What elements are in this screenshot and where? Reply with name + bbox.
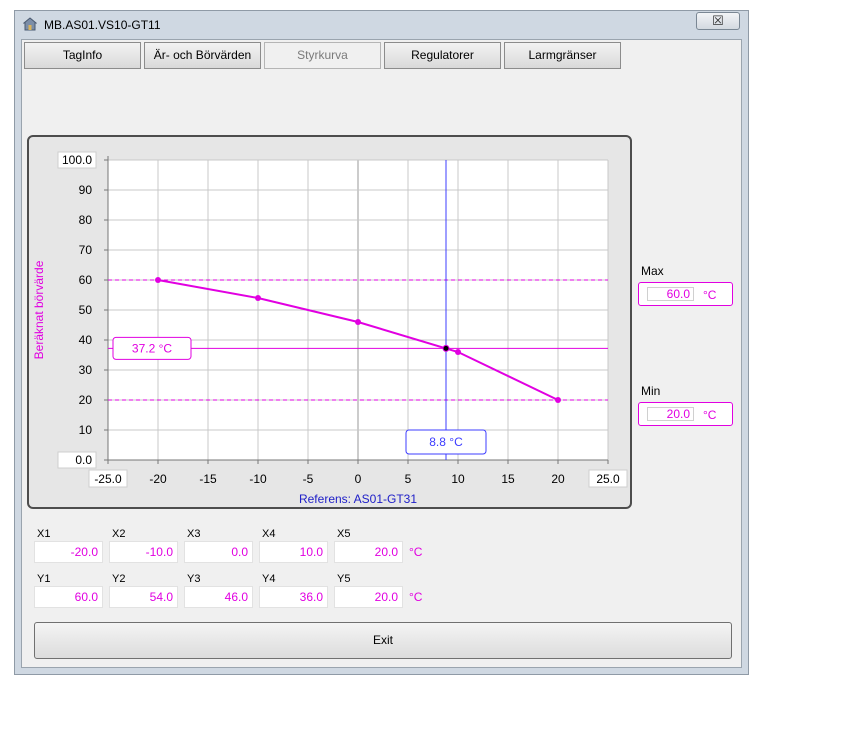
close-button[interactable]: ☒ (696, 12, 740, 30)
y-tick-label: 20 (79, 393, 93, 407)
x-tick-label: 20 (551, 472, 565, 486)
x4-label: X4 (262, 528, 276, 540)
curve-point[interactable] (555, 397, 561, 403)
current-point (442, 344, 450, 352)
x-tick-label: -20 (149, 472, 167, 486)
x2-field[interactable]: -10.0 (109, 541, 178, 563)
min-value-box: 20.0 °C (638, 402, 733, 426)
tab-larmgranser[interactable]: Larmgränser (504, 42, 621, 69)
current-x-label: 8.8 °C (429, 435, 463, 449)
title-bar[interactable]: MB.AS01.VS10-GT11 ☒ (15, 11, 748, 39)
tab-styrkurva[interactable]: Styrkurva (264, 42, 381, 69)
x-tick-label: 0 (355, 472, 362, 486)
curve-point[interactable] (155, 277, 161, 283)
y3-field[interactable]: 46.0 (184, 586, 253, 608)
max-unit: °C (703, 288, 717, 302)
tab-regulatorer[interactable]: Regulatorer (384, 42, 501, 69)
y-tick-label: 90 (79, 183, 93, 197)
y2-field[interactable]: 54.0 (109, 586, 178, 608)
y-tick-label: 70 (79, 243, 93, 257)
x4-field[interactable]: 10.0 (259, 541, 328, 563)
min-input[interactable]: 20.0 (647, 407, 694, 421)
y4-field[interactable]: 36.0 (259, 586, 328, 608)
y-tick-label: 40 (79, 333, 93, 347)
exit-button[interactable]: Exit (34, 622, 732, 659)
y-tick-label: 80 (79, 213, 93, 227)
x-tick-label: -15 (199, 472, 217, 486)
x-tick-label: 15 (501, 472, 515, 486)
y-tick-label: 60 (79, 273, 93, 287)
x1-field[interactable]: -20.0 (34, 541, 103, 563)
current-y-label: 37.2 °C (132, 341, 172, 355)
x-axis-title: Referens: AS01-GT31 (299, 492, 417, 506)
y-tick-label: 100.0 (62, 153, 92, 167)
x3-field[interactable]: 0.0 (184, 541, 253, 563)
x-tick-label: -25.0 (94, 472, 122, 486)
y-axis-title: Beräknat börvärde (32, 260, 46, 359)
min-label: Min (641, 384, 661, 398)
y5-field[interactable]: 20.0 (334, 586, 403, 608)
y1-label: Y1 (37, 573, 51, 585)
x1-label: X1 (37, 528, 51, 540)
y-tick-label: 30 (79, 363, 93, 377)
x-tick-label: 5 (405, 472, 412, 486)
min-unit: °C (703, 408, 717, 422)
y5-label: Y5 (337, 573, 351, 585)
close-icon: ☒ (712, 13, 724, 28)
y-tick-label: 10 (79, 423, 93, 437)
tab-taginfo[interactable]: TagInfo (24, 42, 141, 69)
x-unit: °C (409, 545, 423, 559)
x3-label: X3 (187, 528, 201, 540)
client-area: TagInfo Är- och Börvärden Styrkurva Regu… (21, 39, 742, 668)
x-tick-label: -5 (303, 472, 314, 486)
curve-point[interactable] (255, 295, 261, 301)
y-tick-label: 50 (79, 303, 93, 317)
y1-field[interactable]: 60.0 (34, 586, 103, 608)
tab-ar-och-borvarden[interactable]: Är- och Börvärden (144, 42, 261, 69)
max-label: Max (641, 264, 664, 278)
curve-point[interactable] (355, 319, 361, 325)
window-title: MB.AS01.VS10-GT11 (44, 18, 161, 32)
y3-label: Y3 (187, 573, 201, 585)
x-tick-label: 10 (451, 472, 465, 486)
dialog-window: MB.AS01.VS10-GT11 ☒ TagInfo Är- och Börv… (14, 10, 749, 675)
max-value-box: 60.0 °C (638, 282, 733, 306)
y-unit: °C (409, 590, 423, 604)
house-app-icon (23, 17, 37, 31)
y-tick-label: 0.0 (75, 453, 92, 467)
max-input[interactable]: 60.0 (647, 287, 694, 301)
chart-canvas[interactable]: 100.09080706050403020100.0-25.0 -20 -15 -10… (29, 137, 630, 507)
x-tick-label: 25.0 (596, 472, 620, 486)
x-tick-label: -10 (249, 472, 267, 486)
curve-point[interactable] (455, 349, 461, 355)
y4-label: Y4 (262, 573, 276, 585)
y2-label: Y2 (112, 573, 126, 585)
x2-label: X2 (112, 528, 126, 540)
x5-field[interactable]: 20.0 (334, 541, 403, 563)
control-curve-chart: 100.0 90 80 70 60 50 40 30 20 10 0.0 -25.0 -20 -15 -10… (27, 135, 632, 509)
x5-label: X5 (337, 528, 351, 540)
